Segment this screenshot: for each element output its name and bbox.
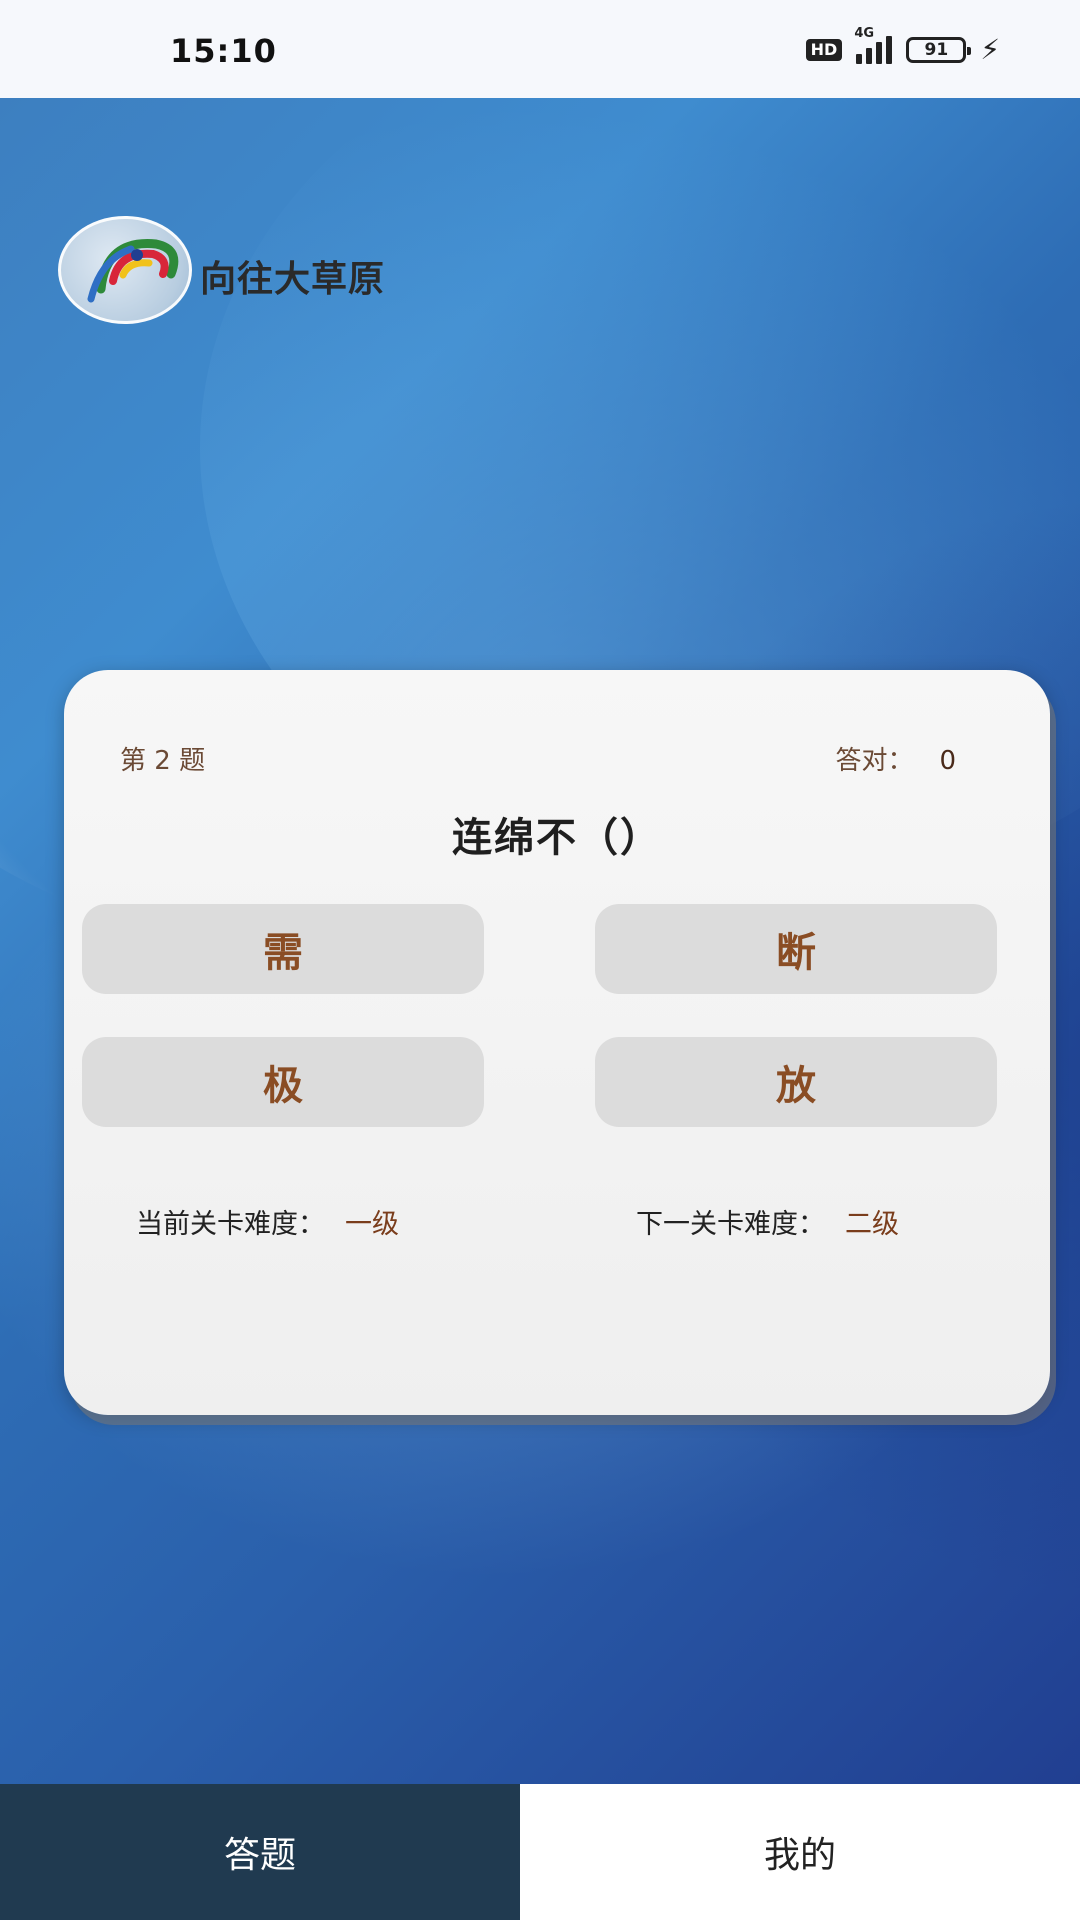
bottom-tab-bar: 答题 我的 bbox=[0, 1784, 1080, 1920]
question-text: 连绵不（） bbox=[452, 815, 662, 861]
option-button-3[interactable]: 极 bbox=[82, 1037, 484, 1127]
swirl-logo-icon bbox=[58, 216, 192, 324]
current-level: 当前关卡难度： 一级 bbox=[136, 1202, 399, 1241]
current-level-value: 一级 bbox=[345, 1209, 399, 1240]
next-level-value: 二级 bbox=[845, 1209, 899, 1240]
hd-icon: HD bbox=[805, 39, 843, 61]
status-bar: 15:10 HD 4G 91 ⚡ bbox=[0, 0, 1080, 98]
battery-level: 91 bbox=[924, 40, 949, 60]
next-level-label: 下一关卡难度： bbox=[636, 1209, 825, 1240]
option-button-1[interactable]: 需 bbox=[82, 904, 484, 994]
next-level: 下一关卡难度： 二级 bbox=[636, 1202, 899, 1241]
charging-icon: ⚡ bbox=[980, 33, 1000, 66]
score-label: 答对： bbox=[835, 746, 914, 776]
battery-icon: 91 bbox=[906, 37, 972, 63]
app-brand-name: 向往大草原 bbox=[200, 259, 386, 300]
tab-me[interactable]: 我的 bbox=[520, 1784, 1080, 1920]
option-button-2[interactable]: 断 bbox=[595, 904, 997, 994]
score-display: 答对： 0 bbox=[835, 740, 956, 777]
option-button-4[interactable]: 放 bbox=[595, 1037, 997, 1127]
status-icons: HD 4G 91 ⚡ bbox=[805, 26, 1000, 66]
tab-quiz[interactable]: 答题 bbox=[0, 1784, 520, 1920]
status-time: 15:10 bbox=[170, 32, 277, 70]
current-level-label: 当前关卡难度： bbox=[136, 1209, 325, 1240]
network-type: 4G bbox=[854, 26, 875, 41]
score-value: 0 bbox=[939, 746, 956, 776]
quiz-card: 第 2 题 答对： 0 连绵不（） 需 断 极 放 当前关卡难度： 一级 下一关卡难… bbox=[64, 670, 1050, 1415]
signal-icon: 4G bbox=[854, 26, 893, 64]
question-number: 第 2 题 bbox=[120, 746, 206, 776]
